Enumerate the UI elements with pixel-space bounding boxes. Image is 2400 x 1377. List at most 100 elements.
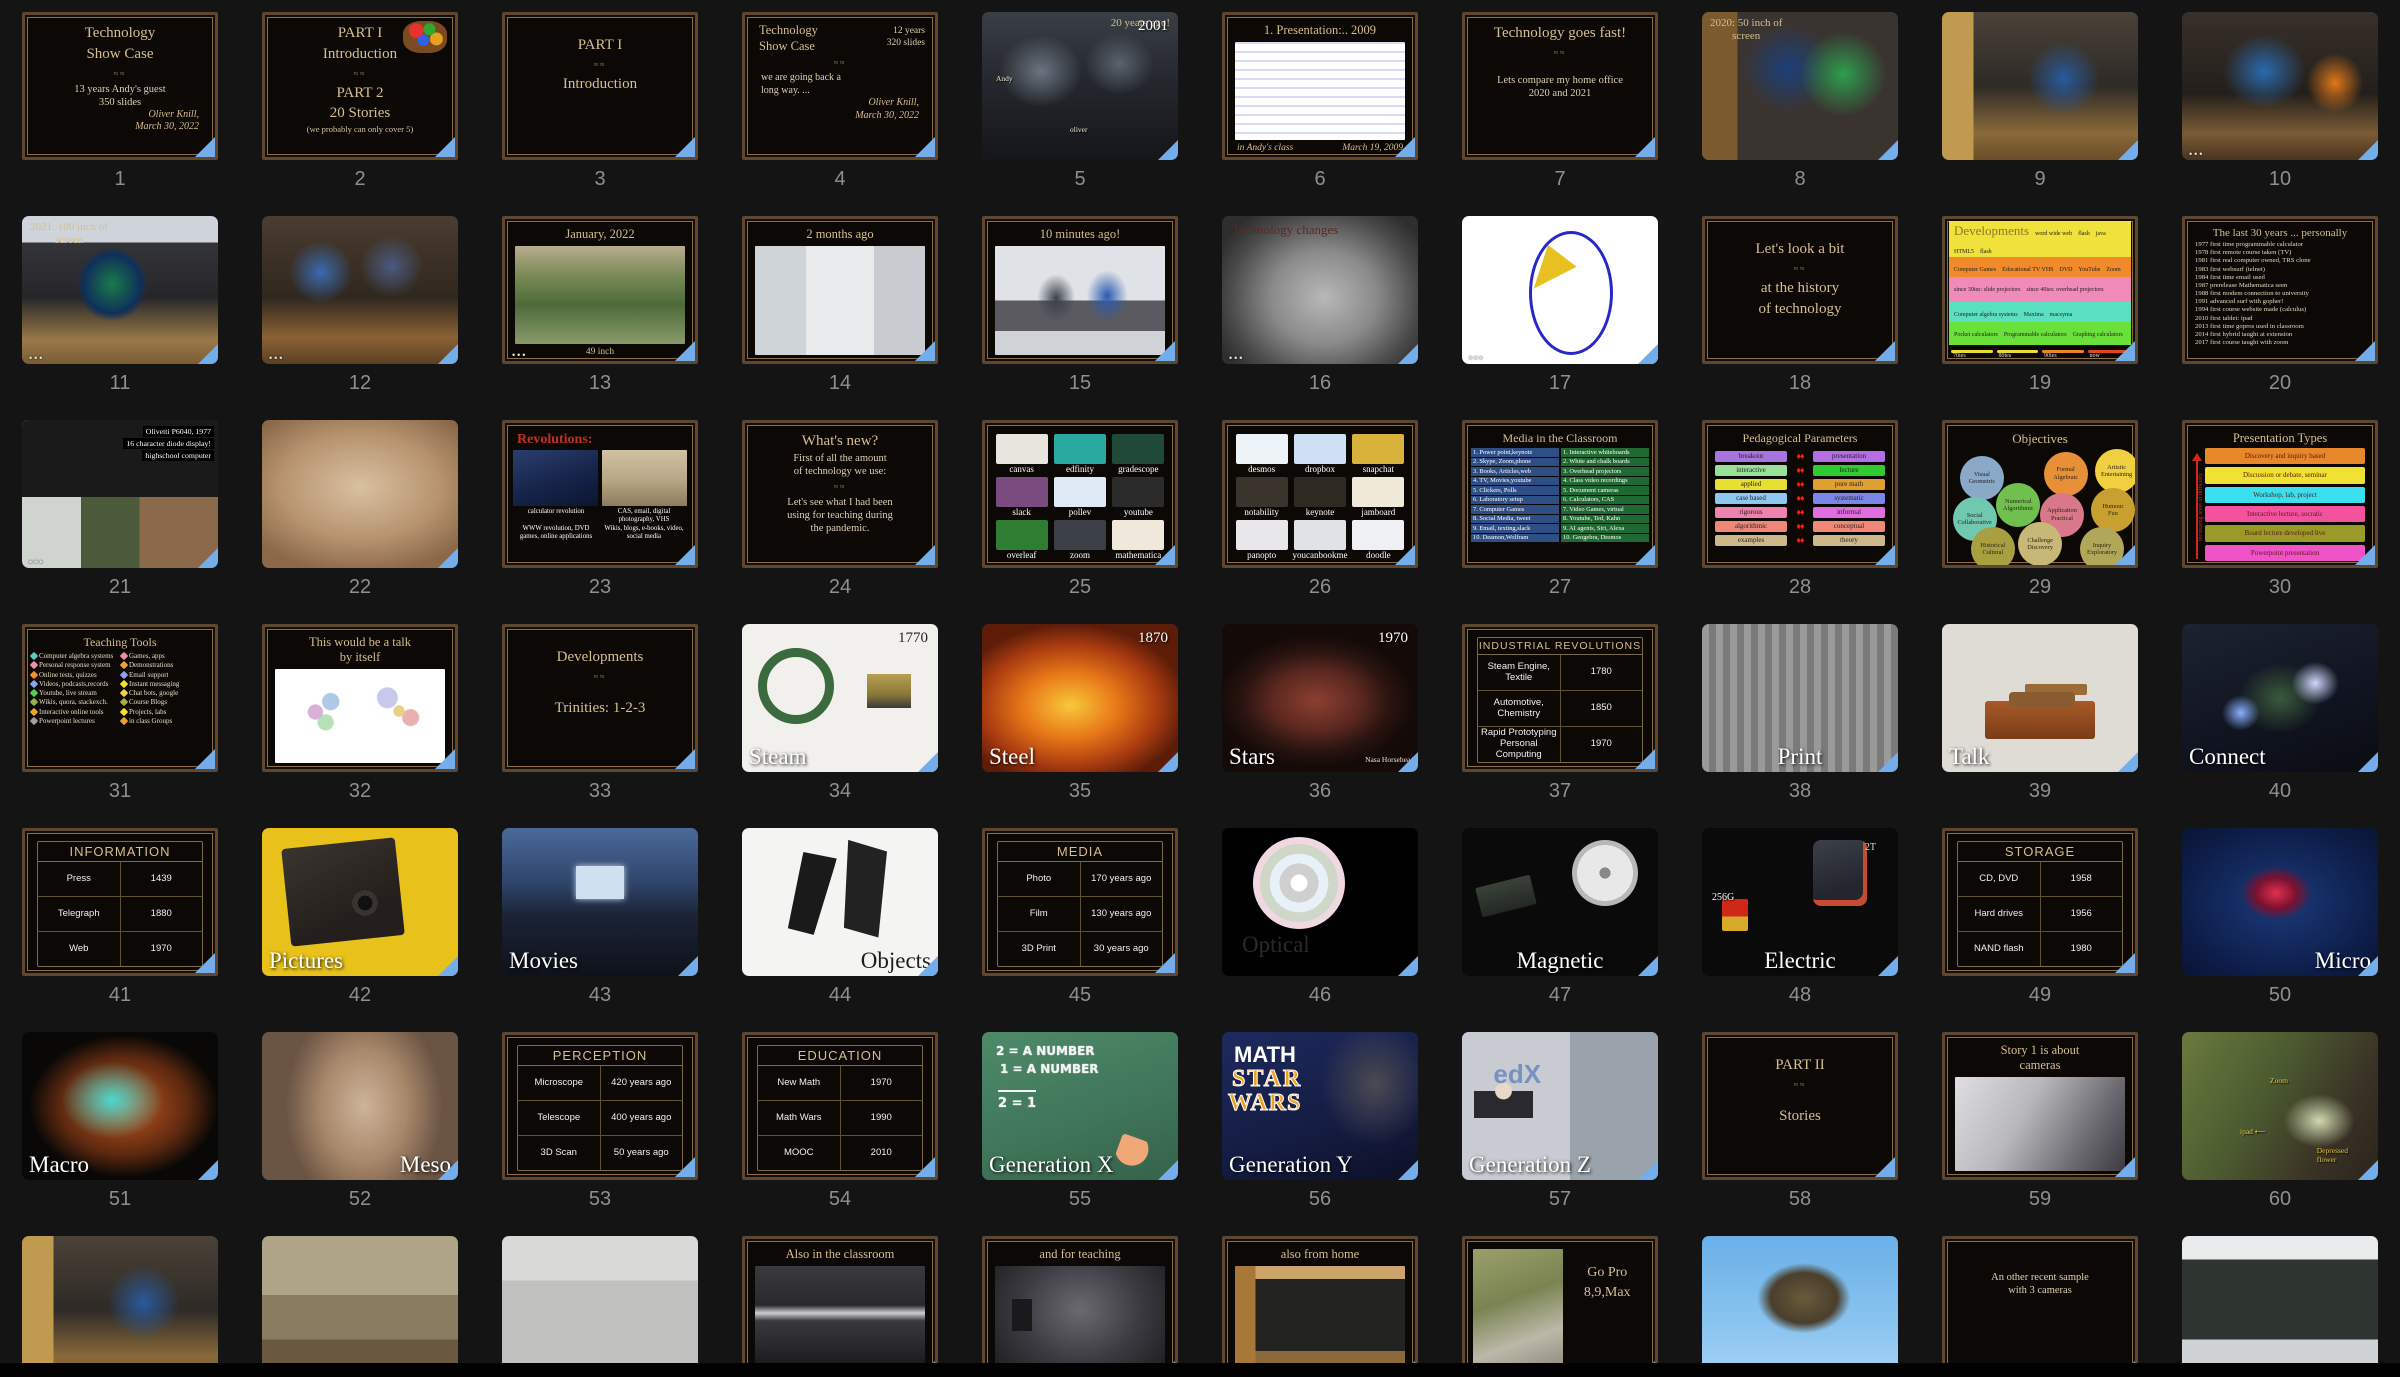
slide-text: 320 slides	[887, 37, 925, 49]
slide-thumbnail[interactable]: Magnetic	[1462, 828, 1658, 976]
slide-number: 28	[1680, 576, 1920, 599]
slide-thumbnail[interactable]: Pictures	[262, 828, 458, 976]
slide-text: Steam	[749, 744, 807, 770]
slide-number: 48	[1680, 984, 1920, 1007]
slide-thumbnail[interactable]: Go Pro8,9,Max2021	[1462, 1236, 1658, 1377]
slide-thumbnail[interactable]	[2182, 1236, 2378, 1377]
slide-thumbnail[interactable]: Print	[1702, 624, 1898, 772]
list-item: 3. Books, Articles,web	[1471, 467, 1559, 476]
slide-thumbnail[interactable]: 20 years ago!Andyoliver2001	[982, 12, 1178, 160]
slide-thumbnail[interactable]	[1462, 216, 1658, 364]
slide-thumbnail[interactable]: MEDIAPhoto170 years agoFilm130 years ago…	[982, 828, 1178, 976]
slide-thumbnail[interactable]: 12 years320 slidesTechnologyShow Case≈≈w…	[742, 12, 938, 160]
slide-text: Olivetti P6040, 1977	[143, 426, 214, 437]
slide-thumbnail[interactable]: Teaching ToolsComputer algebra systemsPe…	[22, 624, 218, 772]
slide-thumbnail[interactable]: PART IIntroduction≈≈PART 220 Stories(we …	[262, 12, 458, 160]
slide-thumbnail[interactable]: INFORMATIONPress1439Telegraph1880Web1970	[22, 828, 218, 976]
table-cell: 420 years ago	[601, 1066, 683, 1100]
slide-thumbnail[interactable]: Developments≈≈Trinities: 1-2-3	[502, 624, 698, 772]
slide-thumbnail[interactable]: PERCEPTIONMicroscope420 years agoTelesco…	[502, 1032, 698, 1180]
slide-thumbnail[interactable]: Developmentsword wide webflashjavaHTML5f…	[1942, 216, 2138, 364]
slide-text: Oliver Knill,	[29, 109, 211, 122]
slide-thumbnail[interactable]: Meso	[262, 1032, 458, 1180]
slide-thumbnail[interactable]: Pedagogical Parametersbreakout♦♦presenta…	[1702, 420, 1898, 568]
list-item: 7. Computer Games	[1471, 505, 1559, 514]
slide-thumbnail[interactable]: Zoomipad ⟵Depressed flower	[2182, 1032, 2378, 1180]
slide-thumbnail[interactable]: Generation Z	[1462, 1032, 1658, 1180]
slide-thumbnail[interactable]	[262, 420, 458, 568]
slide-thumbnail[interactable]: also from home	[1222, 1236, 1418, 1377]
slide-thumbnail[interactable]: 1770Steam	[742, 624, 938, 772]
slide-text: with 3 cameras	[1949, 1284, 2131, 1297]
table-row: 3D Print30 years ago	[998, 932, 1162, 966]
slide-thumbnail[interactable]: INDUSTRIAL REVOLUTIONSSteam Engine, Text…	[1462, 624, 1658, 772]
slide-thumbnail[interactable]: Media in the Classroom1. Power point,key…	[1462, 420, 1658, 568]
slide-thumbnail[interactable]: canvasedfinitygradescopeslackpollevyoutu…	[982, 420, 1178, 568]
slide-thumbnail[interactable]: 2020: 50 inch of screen	[1702, 12, 1898, 160]
slide-thumbnail[interactable]: Revolutions:calculator revolutionCAS, em…	[502, 420, 698, 568]
timeline-arrow: 90ies	[2040, 347, 2086, 359]
slide-thumbnail[interactable]	[1942, 12, 2138, 160]
slide-thumbnail[interactable]	[262, 1236, 458, 1377]
slide-thumbnail[interactable]: Movies	[502, 828, 698, 976]
slide-thumbnail[interactable]: ObjectivesVisual GeometricFormal Algebra…	[1942, 420, 2138, 568]
slide-thumbnail[interactable]: Optical	[1222, 828, 1418, 976]
slide-thumbnail[interactable]: Let's look a bit≈≈at the historyof techn…	[1702, 216, 1898, 364]
slide-cell: Story 1 is aboutcameras59	[1920, 1028, 2160, 1232]
slide-cell: canvasedfinitygradescopeslackpollevyoutu…	[960, 416, 1200, 620]
slide-thumbnail[interactable]: Talk	[1942, 624, 2138, 772]
slide-number: 13	[480, 372, 720, 395]
slide-cell: Technology changes16	[1200, 212, 1440, 416]
slide-thumbnail[interactable]: 2 months ago	[742, 216, 938, 364]
officeE-image	[262, 216, 458, 364]
slide-cell: The last 30 years ... personally1977 fir…	[2160, 212, 2400, 416]
slide-thumbnail[interactable]: 256G2TElectric	[1702, 828, 1898, 976]
slide-thumbnail[interactable]: STORAGECD, DVD1958Hard drives1956NAND fl…	[1942, 828, 2138, 976]
slide-thumbnail[interactable]: MATHSTARWARSGeneration Y	[1222, 1032, 1418, 1180]
slide-thumbnail[interactable]: TechnologyShow Case≈≈13 years Andy's gue…	[22, 12, 218, 160]
slide-number: 27	[1440, 576, 1680, 599]
slide-thumbnail[interactable]: January, 202249 inch	[502, 216, 698, 364]
slide-thumbnail[interactable]: Also in the classroom2013	[742, 1236, 938, 1377]
slide-thumbnail[interactable]: Micro	[2182, 828, 2378, 976]
slide-text: breakout	[1715, 451, 1787, 462]
slide-thumbnail[interactable]: desmosdropboxsnapchatnotabilitykeynoteja…	[1222, 420, 1418, 568]
slide-thumbnail[interactable]: Macro	[22, 1032, 218, 1180]
slide-thumbnail[interactable]	[502, 1236, 698, 1377]
slide-thumbnail[interactable]: 10 minutes ago!	[982, 216, 1178, 364]
slide-thumbnail[interactable]: The last 30 years ... personally1977 fir…	[2182, 216, 2378, 364]
slide-text: Graphing calculators	[2070, 332, 2126, 340]
bulleted-item: Interactive online tools	[31, 708, 119, 716]
slide-thumbnail[interactable]: Technology changes	[1222, 216, 1418, 364]
slide-thumbnail[interactable]: Olivetti P6040, 197716 character diode d…	[22, 420, 218, 568]
slide-thumbnail[interactable]	[262, 216, 458, 364]
slide-thumbnail[interactable]: This would be a talkby itself	[262, 624, 458, 772]
slide-thumbnail[interactable]: Objects	[742, 828, 938, 976]
slide-thumbnail[interactable]: 1. Presentation:.. 2009in Andy's classMa…	[1222, 12, 1418, 160]
slide-text: ipad ⟵	[2240, 1127, 2266, 1136]
slide-thumbnail[interactable]: 1870Steel	[982, 624, 1178, 772]
slide-thumbnail[interactable]: Technology goes fast!≈≈Lets compare my h…	[1462, 12, 1658, 160]
bulleted-item: Projects, labs	[121, 708, 209, 716]
table-cell: Automotive, Chemistry	[1478, 691, 1561, 726]
slide-thumbnail[interactable]: An other recent samplewith 3 cameras	[1942, 1236, 2138, 1377]
slide-cell: PART II≈≈Stories58	[1680, 1028, 1920, 1232]
slide-thumbnail[interactable]: 2021: 100 inch of screen	[22, 216, 218, 364]
slide-text: 2021: 100 inch of screen	[30, 221, 108, 247]
slide-thumbnail[interactable]: Story 1 is aboutcameras	[1942, 1032, 2138, 1180]
slide-thumbnail[interactable]: Connect	[2182, 624, 2378, 772]
slide-thumbnail[interactable]	[22, 1236, 218, 1377]
slide-thumbnail[interactable]	[2182, 12, 2378, 160]
officeB-image	[22, 1236, 218, 1377]
slide-thumbnail[interactable]: 2 = A NUMBER1 = A NUMBER2 = 1Generation …	[982, 1032, 1178, 1180]
slide-thumbnail[interactable]: PART I≈≈Introduction	[502, 12, 698, 160]
year-item: 2017 first course taught with zoom	[2189, 339, 2371, 347]
slide-thumbnail[interactable]: What's new?First of all the amountof tec…	[742, 420, 938, 568]
slide-thumbnail[interactable]: and for teaching	[982, 1236, 1178, 1377]
slide-thumbnail[interactable]	[1702, 1236, 1898, 1377]
slide-thumbnail[interactable]: Presentation Typesincreasing level of di…	[2182, 420, 2378, 568]
slide-thumbnail[interactable]: PART II≈≈Stories	[1702, 1032, 1898, 1180]
slide-thumbnail[interactable]: 1970StarsNasa Horsehead	[1222, 624, 1418, 772]
slide-thumbnail[interactable]: EDUCATIONNew Math1970Math Wars1990MOOC20…	[742, 1032, 938, 1180]
year-item: 1978 first remote course taken (TV)	[2189, 249, 2371, 257]
